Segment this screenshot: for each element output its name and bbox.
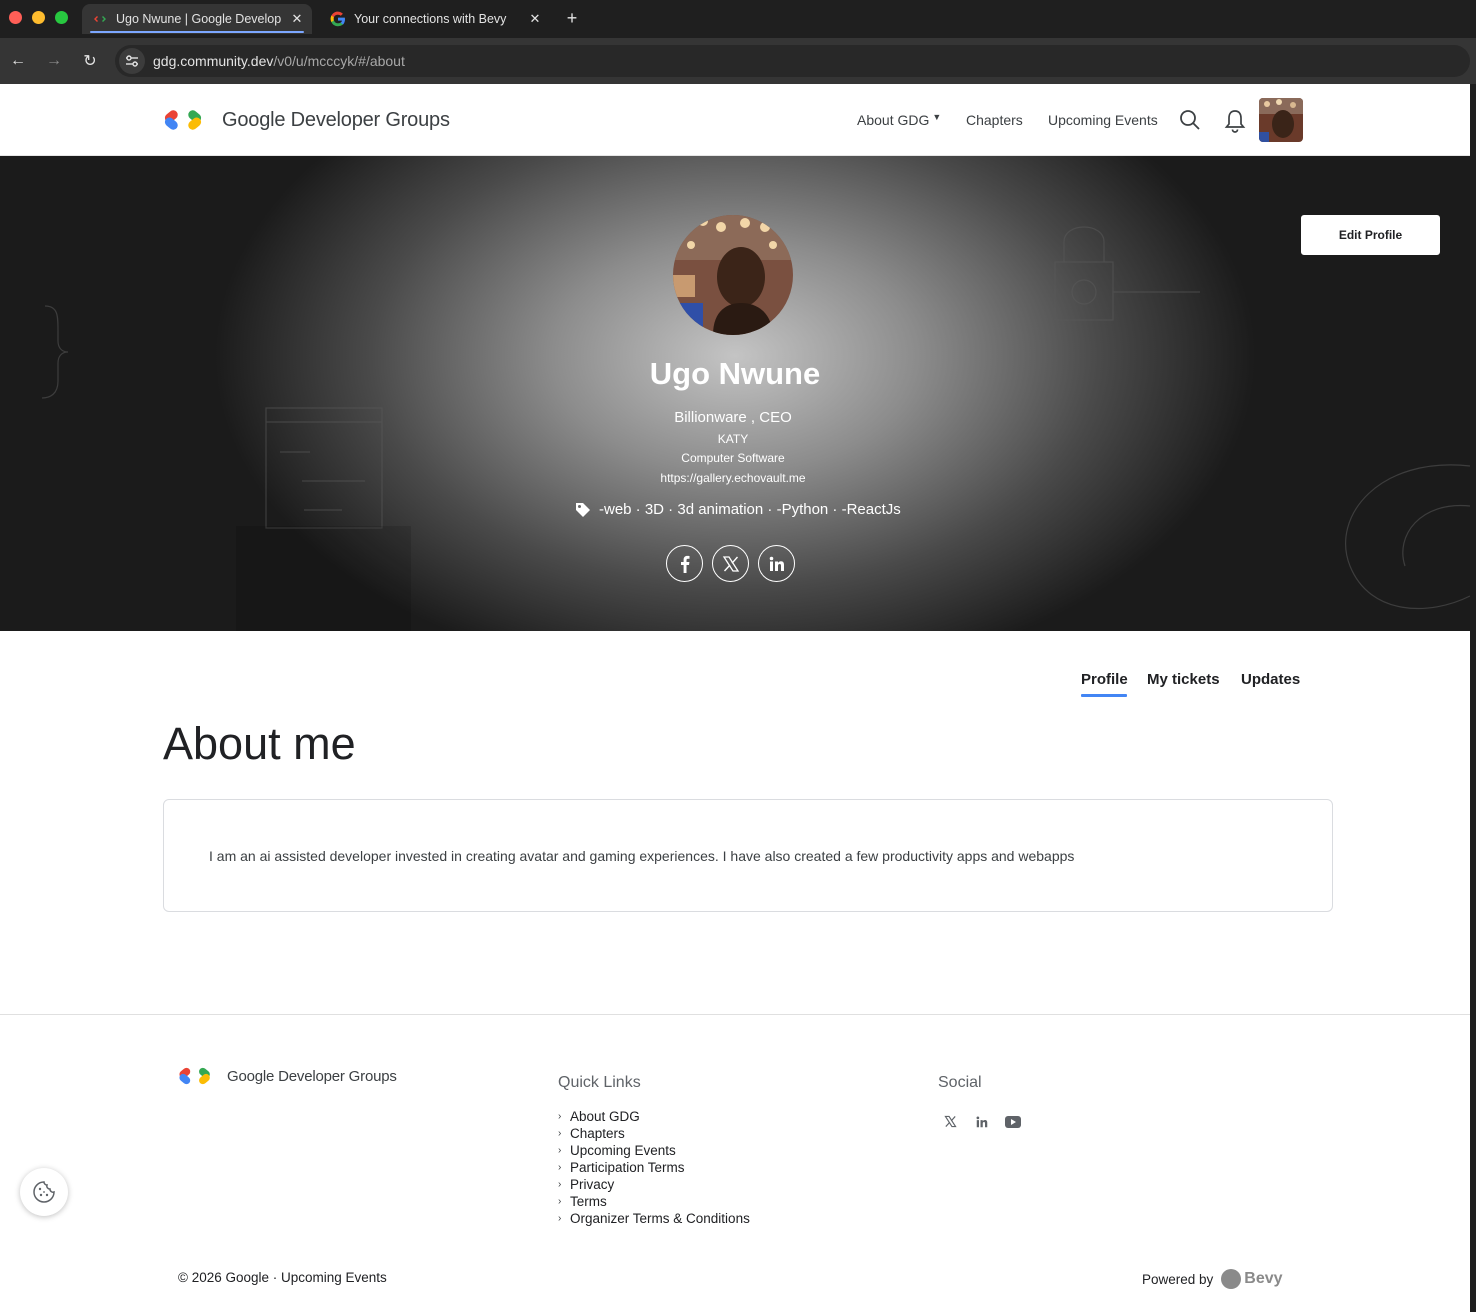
close-tab-icon[interactable]: ✕ [288,10,306,28]
tab-title: Ugo Nwune | Google Develop [116,12,282,26]
back-arrow-icon[interactable]: ← [7,50,29,72]
site-footer: Google Developer Groups Quick Links › Abo… [0,1014,1470,1312]
chevron-right-icon: › [558,1179,562,1190]
quick-link-label: Terms [570,1194,607,1209]
nav-about-label: About GDG [857,112,930,128]
edit-profile-button[interactable]: Edit Profile [1301,215,1440,255]
gdg-brand-link[interactable]: Google Developer Groups [162,106,450,134]
quick-link-label: Organizer Terms & Conditions [570,1211,750,1226]
nav-chapters[interactable]: Chapters [966,84,1023,156]
reload-icon[interactable]: ↻ [79,50,101,72]
bevy-wordmark: Bevy [1244,1270,1283,1287]
browser-tabbar: Ugo Nwune | Google Develop ✕ Your connec… [0,0,1476,38]
browser-toolbar: ← → ↻ gdg.community.dev/v0/u/mcccyk/#/ab… [0,38,1476,84]
gdg-logo-icon [179,1067,210,1085]
chevron-right-icon: › [558,1213,562,1224]
chevron-right-icon: › [558,1196,562,1207]
profile-tags: -web · 3D · 3d animation · -Python · -Re… [575,501,901,518]
browser-tab-profile[interactable]: Ugo Nwune | Google Develop ✕ [82,4,312,34]
x-icon[interactable] [712,545,749,582]
quick-link-chapters[interactable]: › Chapters [558,1125,750,1142]
bevy-logo: Bevy [1221,1269,1283,1289]
cookie-settings-button[interactable] [20,1168,68,1216]
caret-down-icon: ▼ [932,112,942,122]
forward-arrow-icon[interactable]: → [43,50,65,72]
social-heading: Social [938,1074,982,1091]
quick-links-list: › About GDG › Chapters › Upcoming Events › P… [558,1108,750,1227]
profile-name: Ugo Nwune [649,356,821,391]
footer-brand-link[interactable]: Google Developer Groups [177,1064,397,1088]
x-icon[interactable] [942,1113,959,1130]
search-icon[interactable] [1179,109,1201,131]
quick-link-label: Participation Terms [570,1160,685,1175]
quick-link-label: Upcoming Events [570,1143,676,1158]
quick-link-label: About GDG [570,1109,640,1124]
minimize-window-button[interactable] [32,11,45,24]
site-settings-icon[interactable] [119,48,145,74]
chevron-right-icon: › [558,1111,562,1122]
tag-icon [576,502,590,517]
chevron-right-icon: › [558,1145,562,1156]
nav-upcoming-events[interactable]: Upcoming Events [1048,84,1158,156]
active-tab-indicator [90,31,304,33]
powered-by-bevy[interactable]: Powered by Bevy [1142,1269,1283,1289]
about-body: I am an ai assisted developer invested i… [209,847,1075,864]
url-text: gdg.community.dev/v0/u/mcccyk/#/about [153,53,405,69]
quick-link-upcoming-events[interactable]: › Upcoming Events [558,1142,750,1159]
quick-links-heading: Quick Links [558,1074,641,1091]
quick-link-privacy[interactable]: › Privacy [558,1176,750,1193]
tab-updates[interactable]: Updates [1241,671,1300,688]
quick-link-organizer-terms[interactable]: › Organizer Terms & Conditions [558,1210,750,1227]
browser-tab-bevy[interactable]: Your connections with Bevy ✕ [320,4,550,34]
youtube-icon[interactable] [1004,1113,1021,1130]
about-title: About me [163,718,356,769]
linkedin-icon[interactable] [758,545,795,582]
powered-by-label: Powered by [1142,1271,1214,1287]
google-favicon-icon [330,11,346,27]
linkedin-icon[interactable] [973,1113,990,1130]
cookie-icon [33,1181,55,1203]
address-bar[interactable]: gdg.community.dev/v0/u/mcccyk/#/about [115,45,1470,77]
chevron-right-icon: › [558,1162,562,1173]
profile-role: Billionware , CEO [674,409,792,426]
url-path: /v0/u/mcccyk/#/about [273,53,405,69]
quick-link-about-gdg[interactable]: › About GDG [558,1108,750,1125]
profile-website-link[interactable]: https://gallery.echovault.me [0,471,1466,485]
maximize-window-button[interactable] [55,11,68,24]
quick-link-terms[interactable]: › Terms [558,1193,750,1210]
profile-tabs: Profile My tickets Updates [0,671,1470,695]
url-host: gdg.community.dev [153,53,274,69]
footer-social-links [942,1113,1021,1130]
quick-link-participation-terms[interactable]: › Participation Terms [558,1159,750,1176]
profile-hero: Edit Profile Ugo Nwune Billionware , CEO… [0,156,1470,631]
close-tab-icon[interactable]: ✕ [526,10,544,28]
profile-tags-text: -web · 3D · 3d animation · -Python · -Re… [599,501,901,518]
user-avatar[interactable] [1259,98,1303,142]
quick-link-label: Privacy [570,1177,615,1192]
profile-location: KATY [717,432,749,446]
tab-profile[interactable]: Profile [1081,671,1128,688]
tab-title: Your connections with Bevy [354,12,507,26]
profile-photo [673,215,793,335]
close-window-button[interactable] [9,11,22,24]
brand-name: Google Developer Groups [222,108,450,131]
bell-icon[interactable] [1224,109,1246,133]
page-content: Google Developer Groups About GDG ▼ Chap… [0,84,1470,1312]
facebook-icon[interactable] [666,545,703,582]
site-header: Google Developer Groups About GDG ▼ Chap… [0,84,1470,156]
about-card: I am an ai assisted developer invested i… [163,799,1333,912]
chevron-right-icon: › [558,1128,562,1139]
new-tab-button[interactable]: + [562,8,582,28]
quick-link-label: Chapters [570,1126,625,1141]
tab-my-tickets[interactable]: My tickets [1147,671,1220,688]
bevy-mark-icon [1221,1269,1242,1289]
footer-brand-name: Google Developer Groups [227,1067,397,1085]
gdg-logo-icon [164,110,202,130]
active-tab-indicator [1081,694,1127,697]
nav-about-gdg[interactable]: About GDG ▼ [857,84,941,156]
profile-industry: Computer Software [681,451,785,465]
copyright-text: © 2026 Google · Upcoming Events [178,1270,387,1285]
gdg-favicon-icon [92,11,108,27]
profile-social-links [666,545,795,582]
